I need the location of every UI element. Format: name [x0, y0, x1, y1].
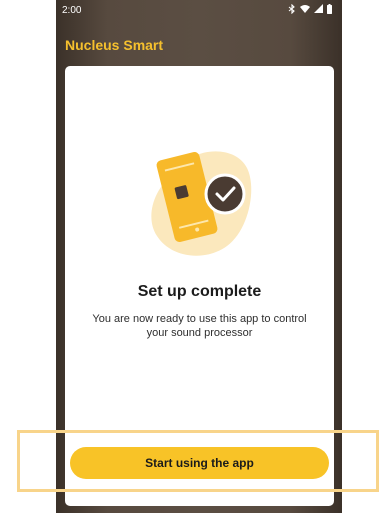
status-bar: 2:00 [56, 0, 342, 20]
bluetooth-icon [288, 3, 296, 17]
app-title: Nucleus Smart [65, 37, 164, 53]
phone-checkmark-illustration [143, 138, 255, 263]
status-icons [288, 3, 332, 17]
status-time: 2:00 [62, 5, 82, 16]
setup-message: You are now ready to use this app to con… [92, 313, 307, 339]
highlight-frame [17, 430, 379, 492]
setup-heading: Set up complete [137, 283, 262, 300]
battery-icon [327, 4, 332, 17]
wifi-icon [300, 4, 310, 17]
check-circle [204, 173, 246, 215]
signal-icon [314, 4, 323, 17]
